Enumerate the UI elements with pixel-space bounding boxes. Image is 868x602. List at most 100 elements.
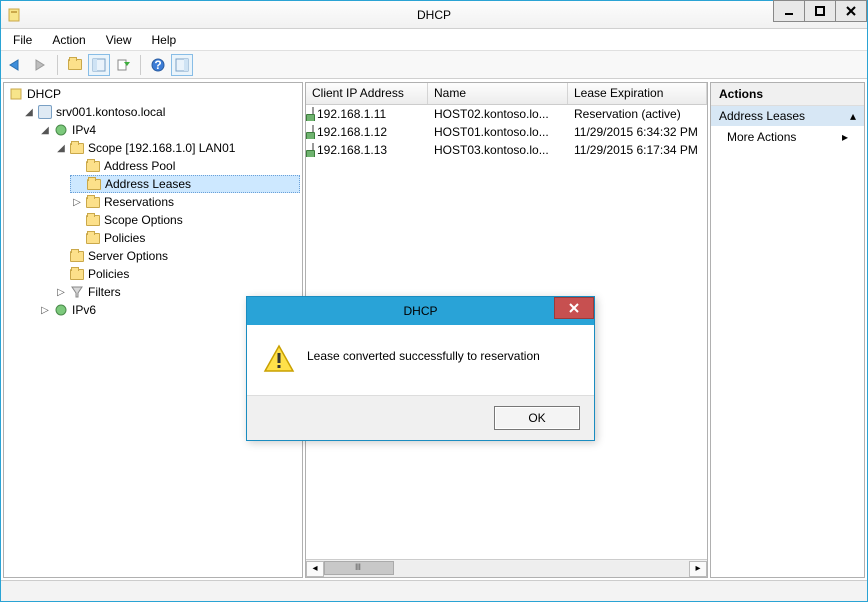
maximize-button[interactable] — [804, 0, 836, 22]
cell-lease: Reservation (active) — [568, 107, 707, 121]
export-button[interactable] — [112, 54, 134, 76]
tree-scope-label: Scope [192.168.1.0] LAN01 — [88, 141, 235, 155]
cell-name: HOST02.kontoso.lo... — [428, 107, 568, 121]
tree-root-label: DHCP — [27, 87, 61, 101]
show-hide-tree-button[interactable] — [88, 54, 110, 76]
collapse-icon[interactable]: ◢ — [56, 143, 66, 154]
table-row[interactable]: 192.168.1.13 HOST03.kontoso.lo... 11/29/… — [306, 141, 707, 159]
close-button[interactable] — [835, 0, 867, 22]
scroll-right-icon[interactable]: ▸ — [689, 561, 707, 577]
label: Address Leases — [105, 177, 191, 191]
tree-server[interactable]: ◢ srv001.kontoso.local — [22, 103, 300, 121]
dialog-message: Lease converted successfully to reservat… — [307, 343, 540, 363]
scroll-thumb[interactable]: Ⅲ — [324, 561, 394, 575]
tree-root[interactable]: DHCP — [6, 85, 300, 103]
collapse-icon[interactable]: ◢ — [40, 125, 50, 136]
folder-icon — [69, 140, 85, 156]
actions-section-label: Address Leases — [719, 109, 805, 123]
forward-button[interactable] — [29, 54, 51, 76]
dialog-body: Lease converted successfully to reservat… — [247, 325, 594, 395]
collapse-icon[interactable]: ▴ — [850, 109, 856, 123]
cell-lease: 11/29/2015 6:34:32 PM — [568, 125, 707, 139]
window-title: DHCP — [1, 8, 867, 22]
label: Reservations — [104, 195, 174, 209]
up-button[interactable] — [64, 54, 86, 76]
cell-name: HOST01.kontoso.lo... — [428, 125, 568, 139]
actions-more[interactable]: More Actions ▸ — [711, 126, 864, 148]
column-header-name[interactable]: Name — [428, 83, 568, 104]
tree-address-pool[interactable]: Address Pool — [70, 157, 300, 175]
expand-icon[interactable]: ▷ — [56, 287, 66, 298]
menu-action[interactable]: Action — [44, 31, 93, 49]
tree-policies-2[interactable]: Policies — [54, 265, 300, 283]
chevron-right-icon: ▸ — [842, 130, 848, 144]
expand-icon[interactable]: ▷ — [72, 197, 82, 208]
titlebar: DHCP — [1, 1, 867, 29]
tree-scope-options[interactable]: Scope Options — [70, 211, 300, 229]
tree-policies[interactable]: Policies — [70, 229, 300, 247]
column-header-ip[interactable]: Client IP Address — [306, 83, 428, 104]
toolbar: ? — [1, 51, 867, 79]
dialog-close-button[interactable] — [554, 297, 594, 319]
label: Policies — [88, 267, 129, 281]
help-button[interactable]: ? — [147, 54, 169, 76]
actions-section[interactable]: Address Leases ▴ — [711, 106, 864, 126]
toolbar-separator — [57, 55, 58, 75]
table-row[interactable]: 192.168.1.11 HOST02.kontoso.lo... Reserv… — [306, 105, 707, 123]
label: Policies — [104, 231, 145, 245]
menu-file[interactable]: File — [5, 31, 40, 49]
tree-reservations[interactable]: ▷ Reservations — [70, 193, 300, 211]
scroll-track[interactable]: Ⅲ — [324, 561, 689, 577]
tree-ipv4[interactable]: ◢ IPv4 — [38, 121, 300, 139]
show-hide-actions-button[interactable] — [171, 54, 193, 76]
folder-icon — [68, 59, 82, 70]
ok-button[interactable]: OK — [494, 406, 580, 430]
folder-icon — [85, 212, 101, 228]
dialog-footer: OK — [247, 395, 594, 440]
label: Filters — [88, 285, 121, 299]
window-controls — [774, 0, 867, 22]
scroll-left-icon[interactable]: ◂ — [306, 561, 324, 577]
toolbar-separator — [140, 55, 141, 75]
list-header: Client IP Address Name Lease Expiration — [306, 83, 707, 105]
back-button[interactable] — [5, 54, 27, 76]
actions-header: Actions — [711, 83, 864, 106]
tree-scope[interactable]: ◢ Scope [192.168.1.0] LAN01 — [54, 139, 300, 157]
cell-ip: 192.168.1.13 — [317, 143, 387, 157]
tree-ipv4-label: IPv4 — [72, 123, 96, 137]
horizontal-scrollbar[interactable]: ◂ Ⅲ ▸ — [306, 559, 707, 577]
lease-icon — [312, 125, 314, 139]
actions-more-label: More Actions — [727, 130, 796, 144]
cell-lease: 11/29/2015 6:17:34 PM — [568, 143, 707, 157]
lease-icon — [312, 143, 314, 157]
dialog-title: DHCP — [247, 304, 594, 318]
server-icon — [37, 104, 53, 120]
minimize-button[interactable] — [773, 0, 805, 22]
column-header-lease[interactable]: Lease Expiration — [568, 83, 707, 104]
folder-icon — [85, 158, 101, 174]
actions-pane: Actions Address Leases ▴ More Actions ▸ — [710, 82, 865, 578]
expand-icon[interactable]: ▷ — [40, 305, 50, 316]
label: Server Options — [88, 249, 168, 263]
label: Address Pool — [104, 159, 175, 173]
dhcp-icon — [8, 86, 24, 102]
menubar: File Action View Help — [1, 29, 867, 51]
tree-server-label: srv001.kontoso.local — [56, 105, 165, 119]
cell-ip: 192.168.1.11 — [317, 107, 386, 121]
menu-view[interactable]: View — [98, 31, 140, 49]
folder-icon — [85, 194, 101, 210]
tree-server-options[interactable]: Server Options — [54, 247, 300, 265]
dialog-titlebar[interactable]: DHCP — [247, 297, 594, 325]
message-dialog: DHCP Lease converted successfully to res… — [246, 296, 595, 441]
cell-name: HOST03.kontoso.lo... — [428, 143, 568, 157]
main-window: DHCP File Action View Help ? — [0, 0, 868, 602]
ipv4-icon — [53, 122, 69, 138]
table-row[interactable]: 192.168.1.12 HOST01.kontoso.lo... 11/29/… — [306, 123, 707, 141]
ipv6-icon — [53, 302, 69, 318]
label: IPv6 — [72, 303, 96, 317]
body: DHCP ◢ srv001.kontoso.local — [1, 79, 867, 580]
folder-icon — [85, 230, 101, 246]
collapse-icon[interactable]: ◢ — [24, 107, 34, 118]
menu-help[interactable]: Help — [144, 31, 185, 49]
tree-address-leases[interactable]: Address Leases — [70, 175, 300, 193]
